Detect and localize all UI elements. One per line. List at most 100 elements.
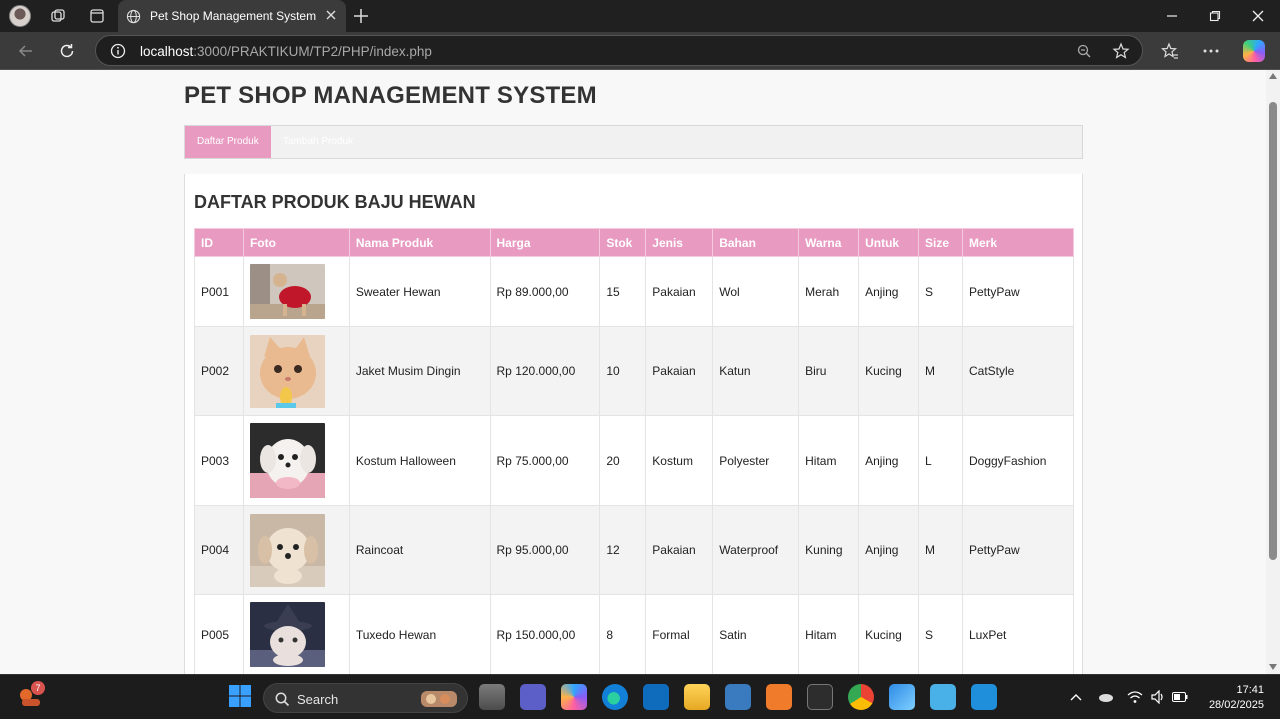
table-header-row: ID Foto Nama Produk Harga Stok Jenis Bah… [194,228,1075,257]
menu-daftar-produk[interactable]: Daftar Produk [185,126,271,158]
xampp-icon[interactable] [766,684,792,710]
clock-time: 17:41 [1236,684,1264,696]
cell-type: Pakaian [645,505,714,595]
cell-color: Biru [798,326,860,416]
menu-tambah-produk[interactable]: Tambah Produk [271,126,365,158]
cell-size: S [918,594,963,674]
onedrive-icon[interactable] [1098,689,1114,705]
col-header-untuk: Untuk [858,228,920,257]
close-tab-icon[interactable] [324,8,338,22]
taskbar-search[interactable]: Search [263,683,468,713]
notepad-icon[interactable] [930,684,956,710]
wifi-icon[interactable] [1127,689,1143,705]
browser-tab-bar: Pet Shop Management System [0,0,1280,32]
scroll-down-icon[interactable] [1269,664,1277,670]
cell-price: Rp 120.000,00 [489,326,601,416]
restore-icon[interactable] [1205,6,1225,26]
cell-photo [242,505,350,595]
cell-material: Waterproof [712,505,800,595]
close-window-icon[interactable] [1248,6,1268,26]
address-toolbar: localhost:3000/PRAKTIKUM/TP2/PHP/index.p… [0,32,1280,70]
task-view-icon[interactable] [479,684,505,710]
minimize-icon[interactable] [1162,6,1182,26]
url-text: localhost:3000/PRAKTIKUM/TP2/PHP/index.p… [140,44,432,59]
paint-icon[interactable] [889,684,915,710]
page-scrollbar[interactable] [1266,70,1280,674]
teams-icon[interactable] [520,684,546,710]
table-row: P001 Sweater Hewan Rp 89.000,00 15 Pakai… [194,256,1075,327]
file-explorer-icon[interactable] [684,684,710,710]
system-clock[interactable]: 17:41 28/02/2025 [1209,683,1264,713]
tab-actions-icon[interactable] [83,4,111,28]
vscode-icon[interactable] [971,684,997,710]
cell-type: Pakaian [645,326,714,416]
zoom-icon[interactable] [1076,43,1092,59]
copilot-icon[interactable] [1243,40,1265,62]
scrollbar-thumb[interactable] [1269,102,1277,560]
browser-tab-active[interactable]: Pet Shop Management System [118,0,346,32]
table-row: P004 Raincoat Rp 95.000,00 12 Pakaian Wa… [194,505,1075,595]
site-info-icon[interactable] [110,43,126,59]
url-bar[interactable]: localhost:3000/PRAKTIKUM/TP2/PHP/index.p… [95,35,1143,66]
more-options-icon[interactable] [1200,41,1222,61]
windows-taskbar: 7 Search 17:41 28/02/2025 [0,674,1280,719]
cell-name: Raincoat [348,505,491,595]
new-tab-icon[interactable] [352,7,370,25]
cell-stock: 12 [599,505,647,595]
terminal-icon[interactable] [807,684,833,710]
search-highlight-icon [421,691,457,707]
cell-brand: DoggyFashion [961,415,1075,506]
profile-avatar[interactable] [9,5,31,27]
volume-icon[interactable] [1150,689,1166,705]
cell-for: Anjing [858,415,920,506]
cell-material: Satin [712,594,800,674]
cell-name: Jaket Musim Dingin [348,326,491,416]
cell-price: Rp 95.000,00 [489,505,601,595]
nav-menu: Daftar Produk Tambah Produk [184,125,1083,159]
col-header-stok: Stok [599,228,647,257]
scroll-up-icon[interactable] [1269,73,1277,79]
cell-material: Katun [712,326,800,416]
cell-photo [242,256,350,327]
cell-type: Formal [645,594,714,674]
cell-stock: 15 [599,256,647,327]
globe-icon [126,9,141,24]
table-row: P002 Jaket Musim Dingin Rp 120.000,00 10 [194,326,1075,416]
cell-stock: 10 [599,326,647,416]
col-header-harga: Harga [489,228,601,257]
cell-price: Rp 75.000,00 [489,415,601,506]
windows-start-icon[interactable] [228,684,254,710]
page-viewport: PET SHOP MANAGEMENT SYSTEM Daftar Produk… [0,70,1280,674]
tab-title: Pet Shop Management System [150,9,317,23]
refresh-icon[interactable] [57,41,77,61]
cell-color: Kuning [798,505,860,595]
cell-for: Anjing [858,256,920,327]
copilot-app-icon[interactable] [561,684,587,710]
workspaces-icon[interactable] [44,4,72,28]
cell-stock: 8 [599,594,647,674]
back-icon[interactable] [16,41,36,61]
outlook-icon[interactable] [643,684,669,710]
cell-type: Pakaian [645,256,714,327]
cell-color: Hitam [798,594,860,674]
search-label: Search [297,692,339,707]
product-photo [249,423,325,498]
chevron-up-icon[interactable] [1068,689,1084,705]
section-title: DAFTAR PRODUK BAJU HEWAN [194,192,476,212]
chrome-icon[interactable] [848,684,874,710]
col-header-jenis: Jenis [645,228,714,257]
col-header-nama-produk: Nama Produk [348,228,491,257]
cell-color: Merah [798,256,860,327]
cell-photo [242,594,350,674]
favorite-star-icon[interactable] [1112,42,1130,60]
edge-icon[interactable] [602,684,628,710]
battery-icon[interactable] [1172,689,1188,705]
cell-for: Kucing [858,326,920,416]
favorites-icon[interactable] [1159,41,1181,61]
cell-size: S [918,256,963,327]
cell-id: P002 [194,326,244,416]
cell-material: Wol [712,256,800,327]
app-icon[interactable] [725,684,751,710]
cell-stock: 20 [599,415,647,506]
col-header-size: Size [918,228,963,257]
